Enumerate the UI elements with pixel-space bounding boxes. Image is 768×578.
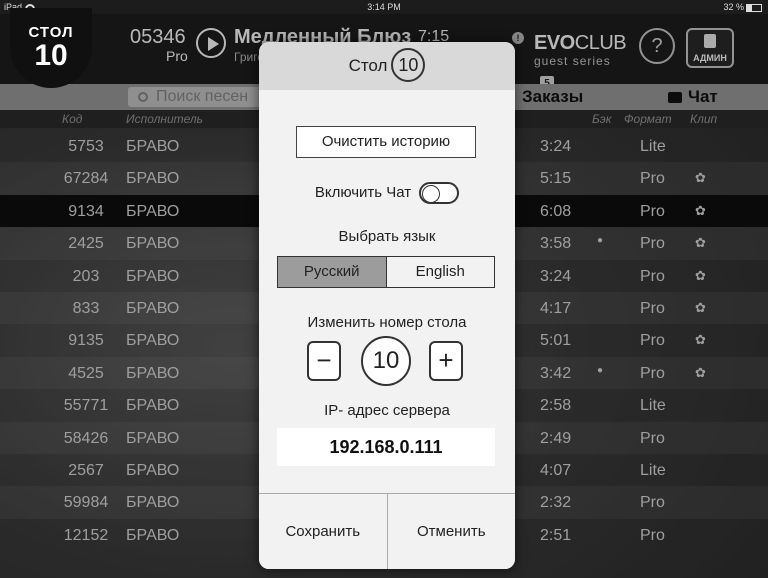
- server-ip-label: IP- адрес сервера: [324, 402, 450, 419]
- save-button[interactable]: Сохранить: [259, 494, 388, 569]
- increment-button[interactable]: +: [429, 341, 463, 381]
- language-label: Выбрать язык: [338, 228, 436, 245]
- battery-icon: [746, 3, 762, 12]
- app-screen: iPad 3:14 PM 32 % 05346 Pro Медленный Бл…: [0, 0, 768, 578]
- dialog-footer: Сохранить Отменить: [259, 493, 515, 569]
- battery-status: 32 %: [723, 2, 762, 12]
- table-number-value: 10: [361, 336, 411, 386]
- dialog-title: Стол 10: [259, 42, 515, 90]
- table-badge[interactable]: СТОЛ 10: [10, 8, 92, 88]
- language-english-option[interactable]: English: [387, 257, 495, 287]
- clock: 3:14 PM: [367, 2, 401, 12]
- language-russian-option[interactable]: Русский: [278, 257, 387, 287]
- language-selector: Русский English: [277, 256, 495, 288]
- dialog-table-number: 10: [391, 47, 426, 82]
- enable-chat-row: Включить Чат: [259, 182, 515, 204]
- decrement-button[interactable]: −: [307, 341, 341, 381]
- cancel-button[interactable]: Отменить: [388, 494, 516, 569]
- clear-history-button[interactable]: Очистить историю: [296, 126, 476, 158]
- table-number-label: Изменить номер стола: [307, 314, 467, 331]
- enable-chat-toggle[interactable]: [419, 182, 460, 204]
- server-ip-input[interactable]: 192.168.0.111: [277, 428, 495, 466]
- table-settings-dialog: Стол 10 Очистить историю Включить Чат Выб…: [259, 42, 515, 569]
- status-bar: iPad 3:14 PM 32 %: [0, 0, 768, 14]
- enable-chat-label: Включить Чат: [314, 183, 412, 201]
